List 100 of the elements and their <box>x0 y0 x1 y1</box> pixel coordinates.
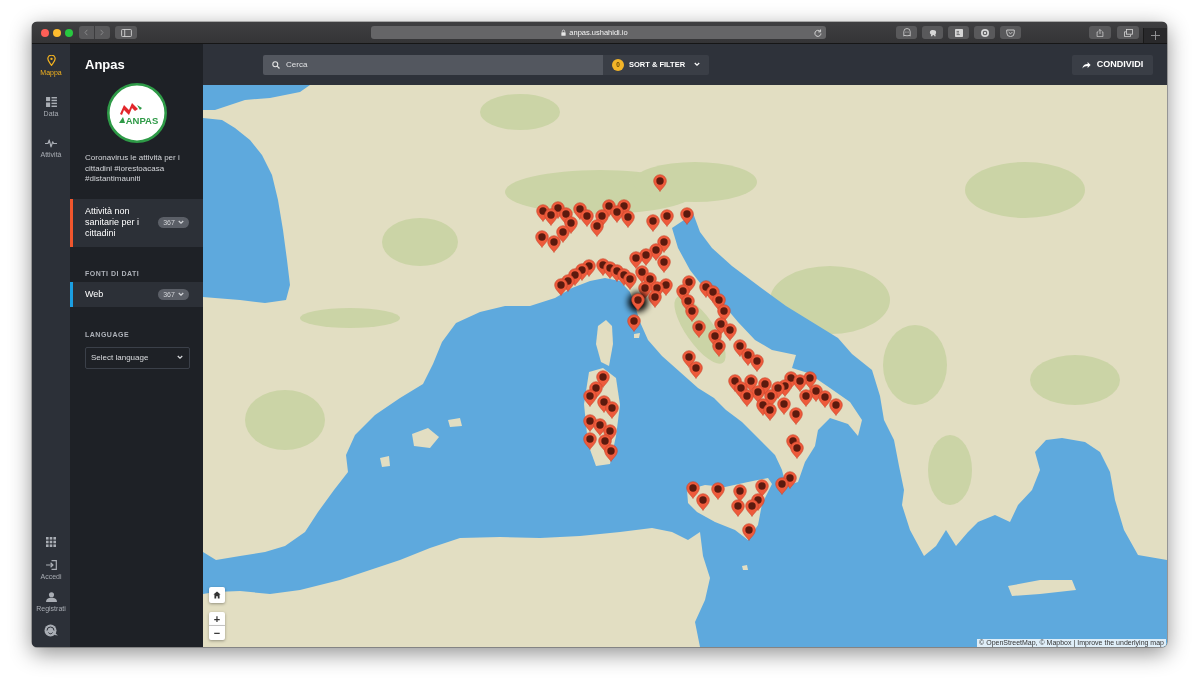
map-marker-icon[interactable] <box>789 407 803 425</box>
search-icon <box>272 60 280 69</box>
map-marker-icon[interactable] <box>750 354 764 372</box>
map-marker-icon[interactable] <box>610 205 624 223</box>
sidebar-toggle-button[interactable] <box>115 26 137 39</box>
ghost-icon <box>902 28 911 37</box>
map-marker-icon[interactable] <box>793 374 807 392</box>
map-marker-icon[interactable] <box>689 361 703 379</box>
map-marker-icon[interactable] <box>829 398 843 416</box>
extension-button[interactable] <box>948 26 969 39</box>
plus-icon <box>1151 31 1160 40</box>
zoom-in-button[interactable]: + <box>209 612 225 626</box>
map-marker-icon[interactable] <box>775 477 789 495</box>
search-field[interactable]: Cerca <box>263 54 603 75</box>
tabs-icon <box>1123 28 1133 37</box>
ring-icon <box>980 28 989 37</box>
map-marker-icon[interactable] <box>657 255 671 273</box>
map-marker-icon[interactable] <box>604 444 618 462</box>
map-marker-icon[interactable] <box>711 482 725 500</box>
lock-icon <box>561 29 567 36</box>
map-marker-icon[interactable] <box>627 314 641 332</box>
map-marker-icon[interactable] <box>623 272 637 290</box>
map-pin-icon <box>46 55 56 66</box>
map-marker-icon[interactable] <box>692 320 706 338</box>
map-marker-icon[interactable] <box>621 210 635 228</box>
map-marker-icon[interactable] <box>723 323 737 341</box>
site-description: Coronavirus le attività per i cittadini #iorestoacasa #distantimauniti <box>85 153 181 185</box>
share-page-button[interactable] <box>1089 26 1111 39</box>
share-arrow-icon <box>1081 60 1091 69</box>
island-drawing <box>596 320 613 366</box>
map-marker-icon[interactable] <box>535 230 549 248</box>
island-drawing <box>380 456 390 467</box>
map-marker-icon[interactable] <box>680 207 694 225</box>
grid-icon[interactable] <box>46 537 56 547</box>
share-button[interactable]: CONDIVIDI <box>1072 54 1153 75</box>
new-tab-button[interactable] <box>1143 28 1167 43</box>
organization-logo: ANPAS <box>106 83 167 143</box>
category-label: Attività non sanitarie per i cittadini <box>85 206 141 239</box>
reload-icon[interactable] <box>814 28 822 37</box>
page-icon <box>954 28 963 37</box>
extension-button[interactable] <box>922 26 943 39</box>
map-marker-icon[interactable] <box>590 219 604 237</box>
map-marker-icon[interactable] <box>629 251 643 269</box>
map-marker-icon[interactable] <box>696 493 710 511</box>
map-marker-icon[interactable] <box>660 209 674 227</box>
language-select[interactable]: Select language <box>85 346 190 369</box>
user-icon <box>45 592 57 602</box>
map-marker-icon[interactable] <box>547 235 561 253</box>
site-title: Anpas <box>84 56 126 74</box>
map-marker-icon[interactable] <box>653 174 667 192</box>
map-marker-icon[interactable] <box>686 481 700 499</box>
map-marker-icon[interactable] <box>777 397 791 415</box>
map-marker-icon[interactable] <box>799 389 813 407</box>
chevron-down-icon <box>177 220 184 225</box>
chevron-left-icon <box>84 29 89 36</box>
chevron-right-icon <box>100 29 105 36</box>
map-marker-icon[interactable] <box>740 389 754 407</box>
source-label: Web <box>85 288 105 300</box>
list-icon <box>45 97 57 107</box>
map-marker-icon[interactable] <box>712 339 726 357</box>
share-icon <box>1096 28 1104 37</box>
extension-button[interactable] <box>1000 26 1021 39</box>
map-marker-icon[interactable] <box>818 390 832 408</box>
map-marker-icon[interactable] <box>554 278 568 296</box>
tabs-overview-button[interactable] <box>1117 26 1139 39</box>
extension-button[interactable] <box>896 26 917 39</box>
map-marker-icon[interactable] <box>731 499 745 517</box>
sidebar-icon <box>120 28 132 37</box>
chevron-down-icon <box>177 355 183 360</box>
map-marker-icon[interactable] <box>742 523 756 541</box>
sign-in-icon <box>45 560 57 570</box>
map-marker-icon[interactable] <box>605 401 619 419</box>
map-marker-icon[interactable] <box>646 214 660 232</box>
map-marker-icon[interactable] <box>745 499 759 517</box>
highlighted-marker-icon[interactable] <box>628 292 648 312</box>
close-window-button[interactable] <box>41 28 49 37</box>
home-icon <box>213 591 221 599</box>
highland-drawing <box>928 435 972 505</box>
zoom-window-button[interactable] <box>65 28 73 37</box>
map-marker-icon[interactable] <box>583 389 597 407</box>
island-drawing <box>448 418 462 427</box>
map-marker-icon[interactable] <box>790 441 804 459</box>
home-button[interactable] <box>209 587 225 603</box>
pulse-icon <box>45 139 57 148</box>
map-marker-icon[interactable] <box>580 209 594 227</box>
minimize-window-button[interactable] <box>53 28 61 37</box>
map-marker-icon[interactable] <box>544 208 558 226</box>
extension-button[interactable] <box>974 26 995 39</box>
map-marker-icon[interactable] <box>583 432 597 450</box>
map-marker-icon[interactable] <box>763 403 777 421</box>
island-drawing <box>412 428 439 448</box>
elephant-icon <box>928 28 937 37</box>
emblem-icon[interactable] <box>44 624 58 637</box>
zoom-out-button[interactable]: − <box>209 626 225 640</box>
map-marker-icon[interactable] <box>685 304 699 322</box>
shield-icon <box>1006 28 1015 37</box>
island-drawing <box>742 565 748 570</box>
map-marker-icon[interactable] <box>648 290 662 308</box>
chevron-down-icon <box>177 291 184 297</box>
chevron-down-icon <box>694 62 701 67</box>
